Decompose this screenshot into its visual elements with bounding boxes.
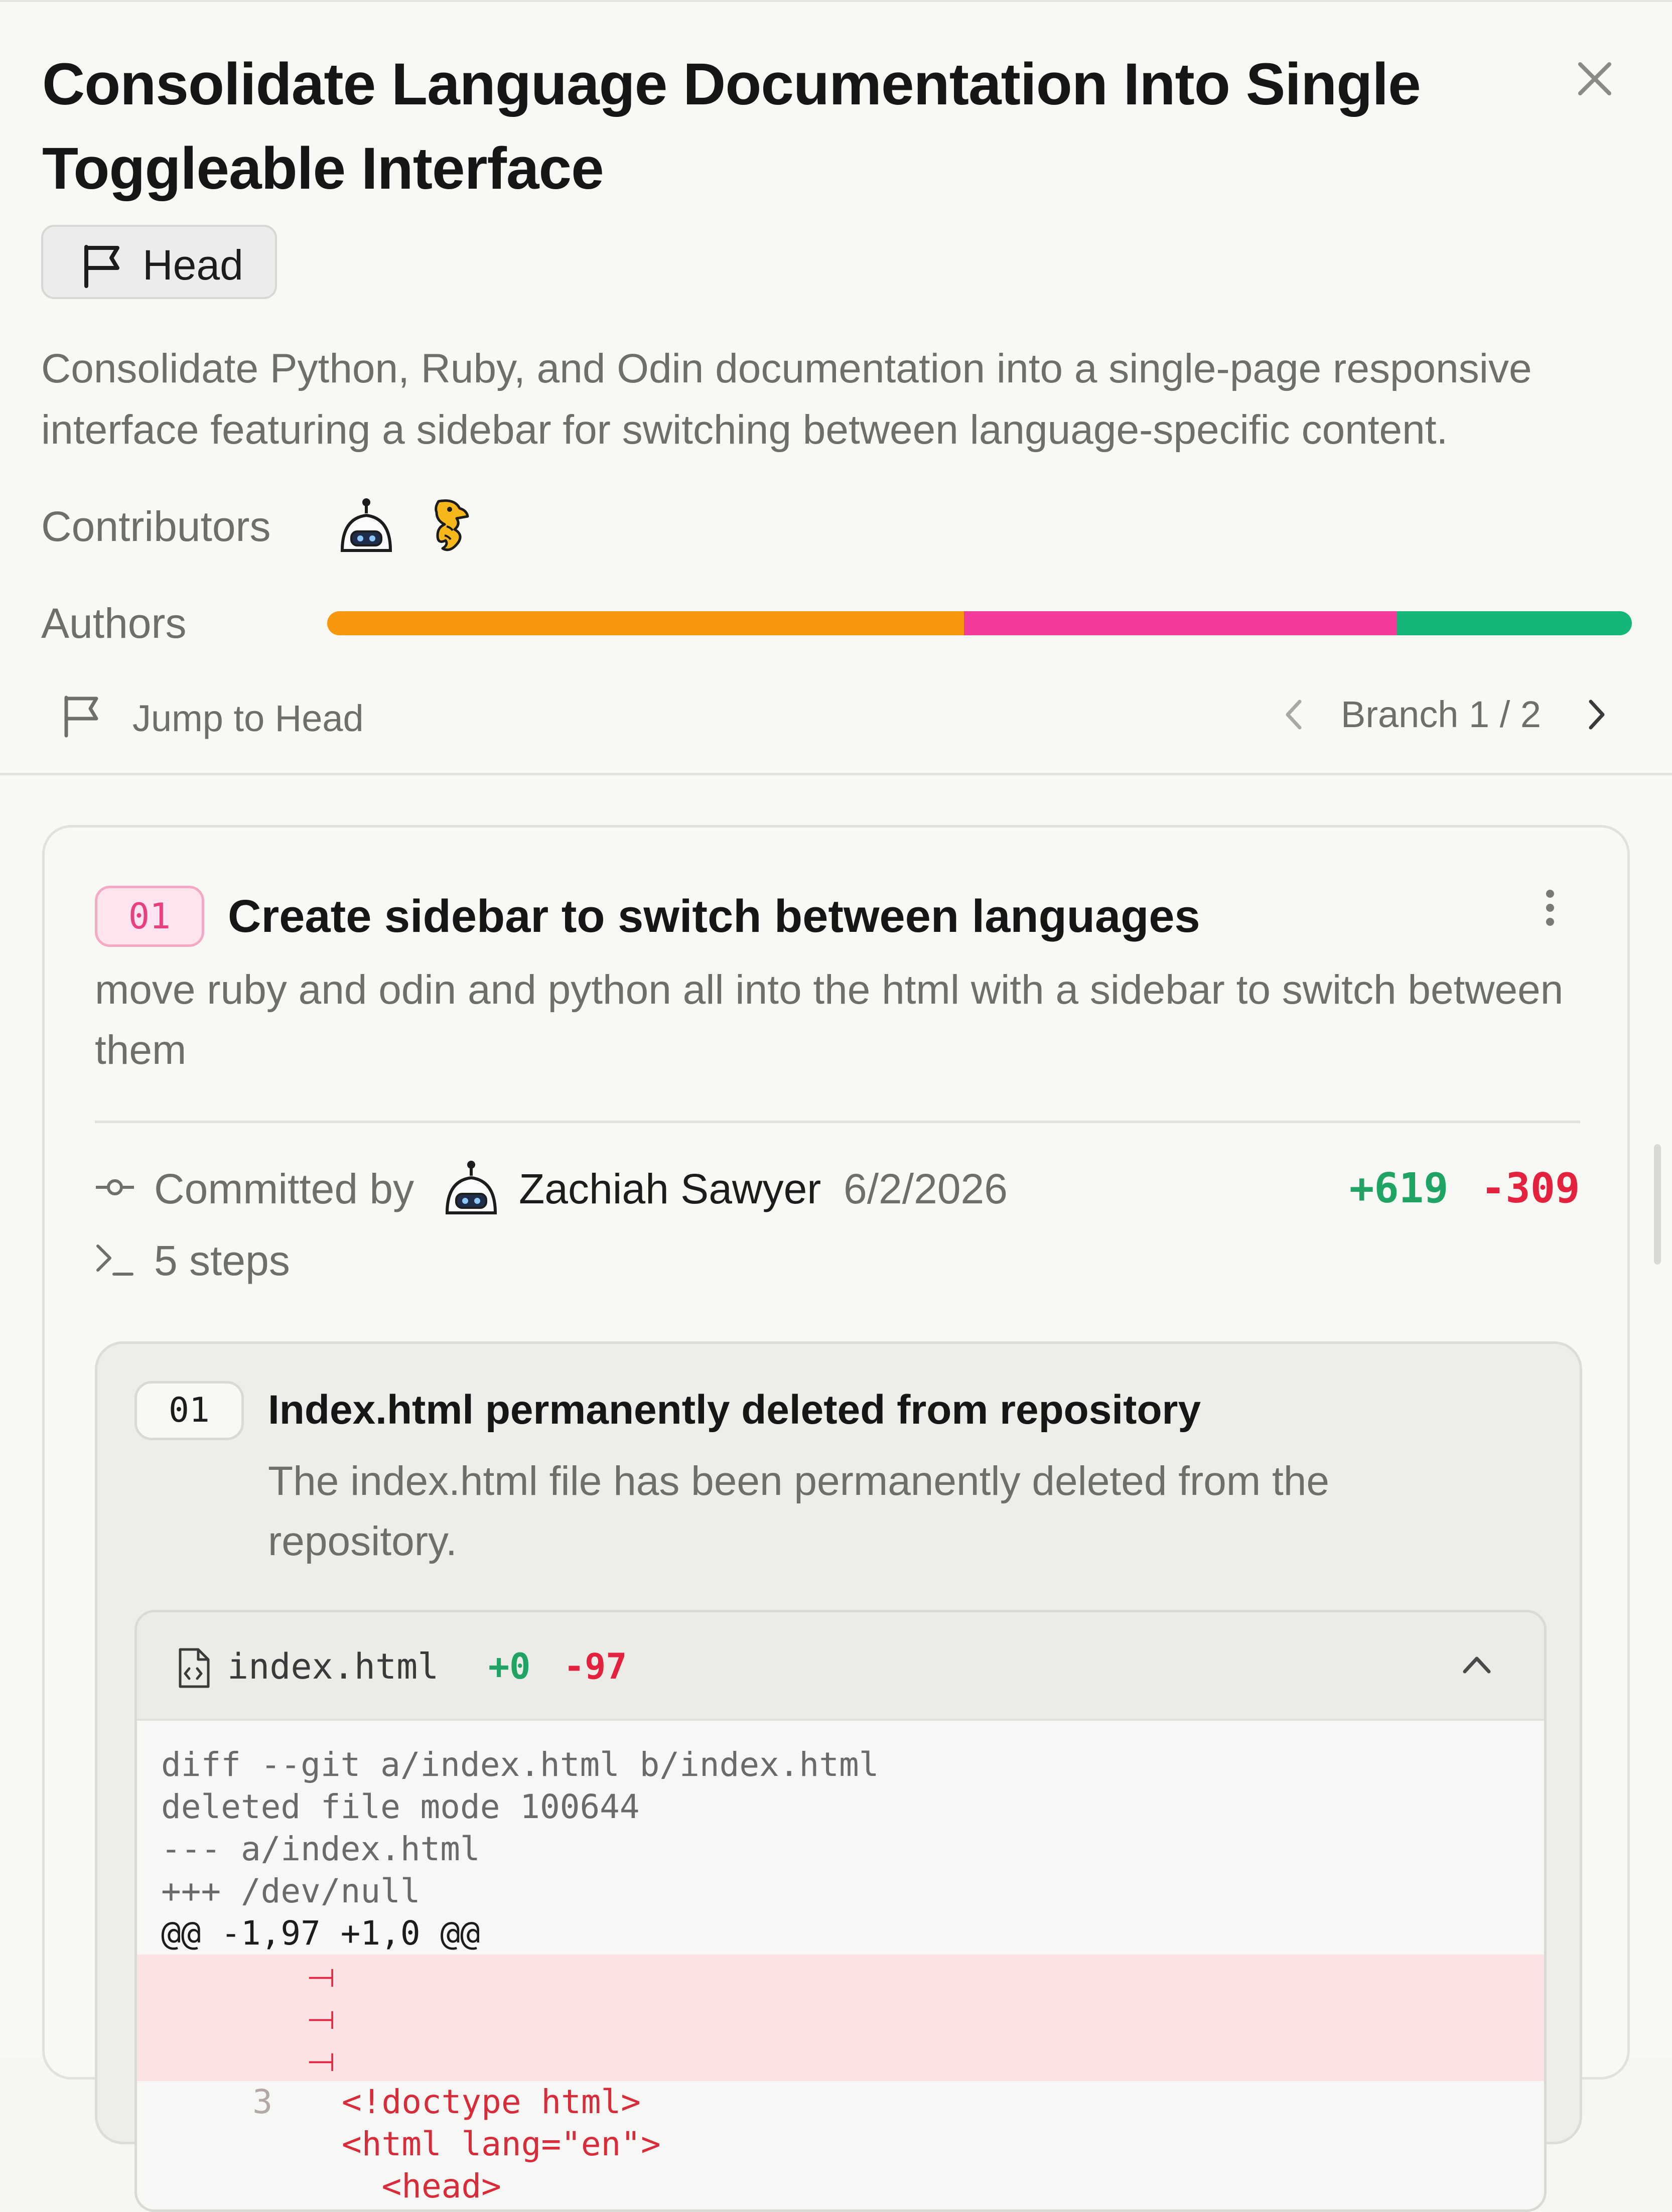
line-number: 3 [252, 2083, 272, 2121]
contributors-label: Contributors [41, 503, 271, 550]
authors-distribution-bar [327, 611, 1632, 635]
file-deletions: -97 [564, 1646, 627, 1687]
deleted-code: <!doctype html> [342, 2083, 641, 2121]
step-description: The index.html file has been permanently… [268, 1458, 1329, 1564]
steps-count[interactable]: 5 steps [154, 1233, 290, 1288]
commit-additions: +619 [1349, 1165, 1449, 1212]
commit-detail-panel: Consolidate Language Documentation Into … [0, 0, 1672, 2212]
file-name: index.html [227, 1646, 439, 1687]
head-badge-label: Head [143, 241, 243, 289]
close-button[interactable] [1573, 57, 1616, 100]
diff-deleted-line: 2 ⟞ <html lang="en"> [137, 1997, 1544, 2163]
git-commit-icon [96, 1179, 134, 1195]
flag-icon [64, 696, 98, 738]
deleted-code: <head> [342, 2167, 501, 2205]
commit-description: move ruby and odin and python all into t… [95, 967, 1564, 1073]
head-badge[interactable]: Head [41, 225, 277, 299]
diff-hunk-header: @@ -1,97 +1,0 @@ [161, 1914, 480, 1953]
diff-meta-line: deleted file mode 100644 [161, 1787, 640, 1826]
header-divider [0, 773, 1672, 775]
commit-deletions: -309 [1481, 1165, 1580, 1212]
diff-meta-line: diff --git a/index.html b/index.html [161, 1745, 879, 1784]
deletion-marker-icon: ⟞ [308, 2040, 335, 2079]
committed-by-label: Committed by [154, 1165, 414, 1212]
page-title: Consolidate Language Documentation Into … [42, 51, 1421, 202]
branch-indicator: Branch 1 / 2 [1341, 694, 1542, 735]
commit-divider [95, 1121, 1580, 1123]
step-card: 01 Index.html permanently deleted from r… [95, 1341, 1582, 2212]
diff-meta-line: +++ /dev/null [161, 1872, 421, 1910]
jump-to-head-label: Jump to Head [132, 698, 364, 739]
deleted-code: <html lang="en"> [342, 2125, 661, 2163]
chevron-left-icon[interactable] [1275, 695, 1315, 735]
more-options-icon[interactable] [1535, 883, 1565, 933]
pr-description: Consolidate Python, Ruby, and Odin docum… [41, 346, 1532, 453]
robot-avatar[interactable] [336, 496, 396, 557]
file-diff-card: index.html +0 -97 diff --git a/index.htm… [134, 1610, 1547, 2212]
author-share-segment[interactable] [963, 611, 1397, 635]
file-diff-header[interactable]: index.html +0 -97 [137, 1612, 1544, 1721]
commit-number-badge: 01 [95, 886, 204, 947]
deletion-marker-icon: ⟞ [308, 1998, 335, 2037]
close-icon [1578, 62, 1611, 95]
author-share-segment[interactable] [327, 611, 964, 635]
chevron-right-icon[interactable] [1576, 695, 1616, 735]
commit-card: 01 Create sidebar to switch between lang… [42, 825, 1630, 2212]
file-additions: +0 [488, 1646, 531, 1687]
commit-title: Create sidebar to switch between languag… [228, 891, 1200, 942]
step-number-badge: 01 [134, 1381, 244, 1440]
diff-content: diff --git a/index.html b/index.html del… [137, 1721, 1544, 2205]
diff-deleted-line: 3 ⟞ <head> [137, 2039, 1544, 2205]
author-avatar[interactable] [441, 1159, 501, 1219]
flag-icon [84, 245, 119, 288]
seahorse-avatar[interactable] [420, 496, 475, 557]
commit-author-name[interactable]: Zachiah Sawyer [519, 1161, 821, 1216]
author-share-segment[interactable] [1397, 611, 1632, 635]
step-title: Index.html permanently deleted from repo… [268, 1387, 1201, 1433]
terminal-icon [96, 1245, 133, 1276]
deletion-marker-icon: ⟞ [308, 1956, 335, 1995]
diff-meta-line: --- a/index.html [161, 1830, 480, 1868]
commit-date: 6/2/2026 [844, 1165, 1008, 1212]
chevron-up-icon[interactable] [1457, 1646, 1497, 1682]
file-code-icon [179, 1648, 210, 1688]
diff-deleted-line: 1 ⟞ <!doctype html> [137, 1955, 1544, 2121]
scrollbar-thumb[interactable] [1654, 1144, 1661, 1265]
authors-label: Authors [41, 600, 187, 647]
